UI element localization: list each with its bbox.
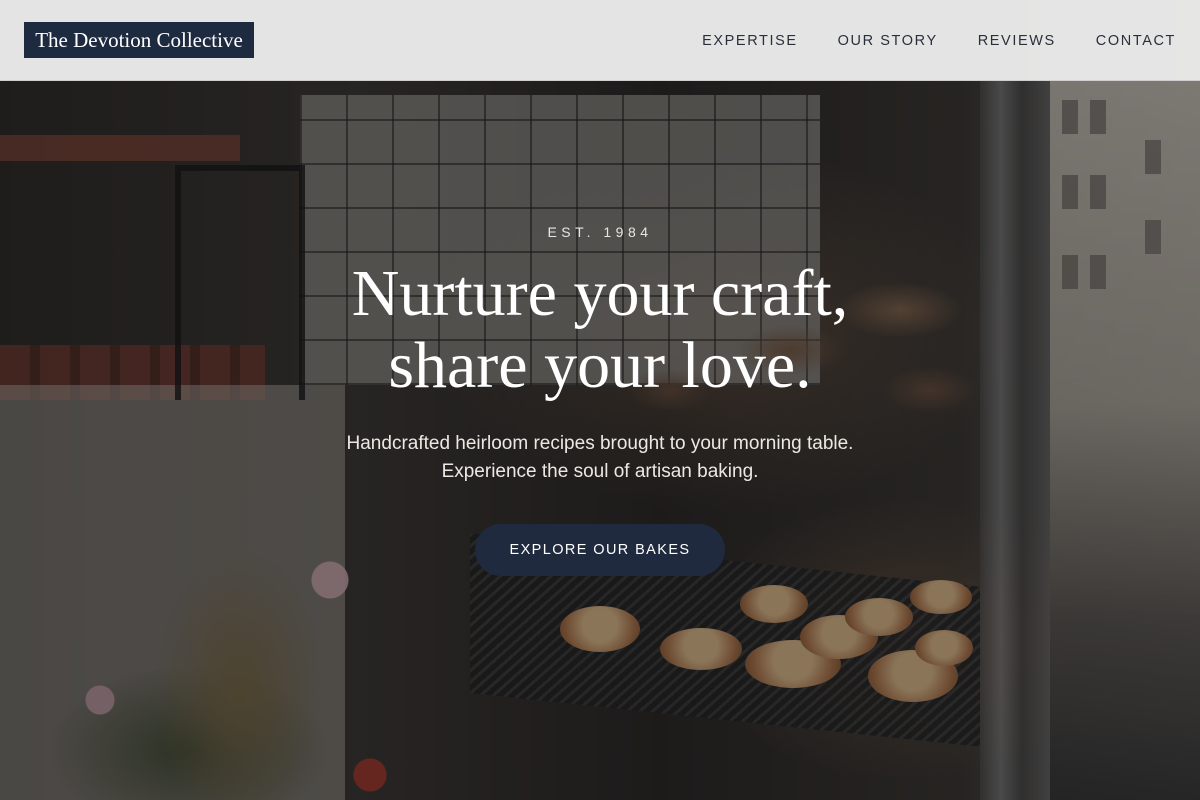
hero-subtext-line-2: Experience the soul of artisan baking. — [441, 461, 759, 482]
hero-section: EST. 1984 Nurture your craft, share your… — [0, 0, 1200, 800]
hero-subtext: Handcrafted heirloom recipes brought to … — [0, 430, 1200, 486]
hero-subtext-line-1: Handcrafted heirloom recipes brought to … — [346, 433, 854, 454]
hero-headline-line-2: share your love. — [388, 329, 812, 402]
explore-bakes-button[interactable]: EXPLORE OUR BAKES — [475, 524, 725, 576]
hero-headline: Nurture your craft, share your love. — [0, 258, 1200, 402]
hero-headline-line-1: Nurture your craft, — [351, 257, 849, 330]
hero-eyebrow: EST. 1984 — [547, 224, 653, 240]
